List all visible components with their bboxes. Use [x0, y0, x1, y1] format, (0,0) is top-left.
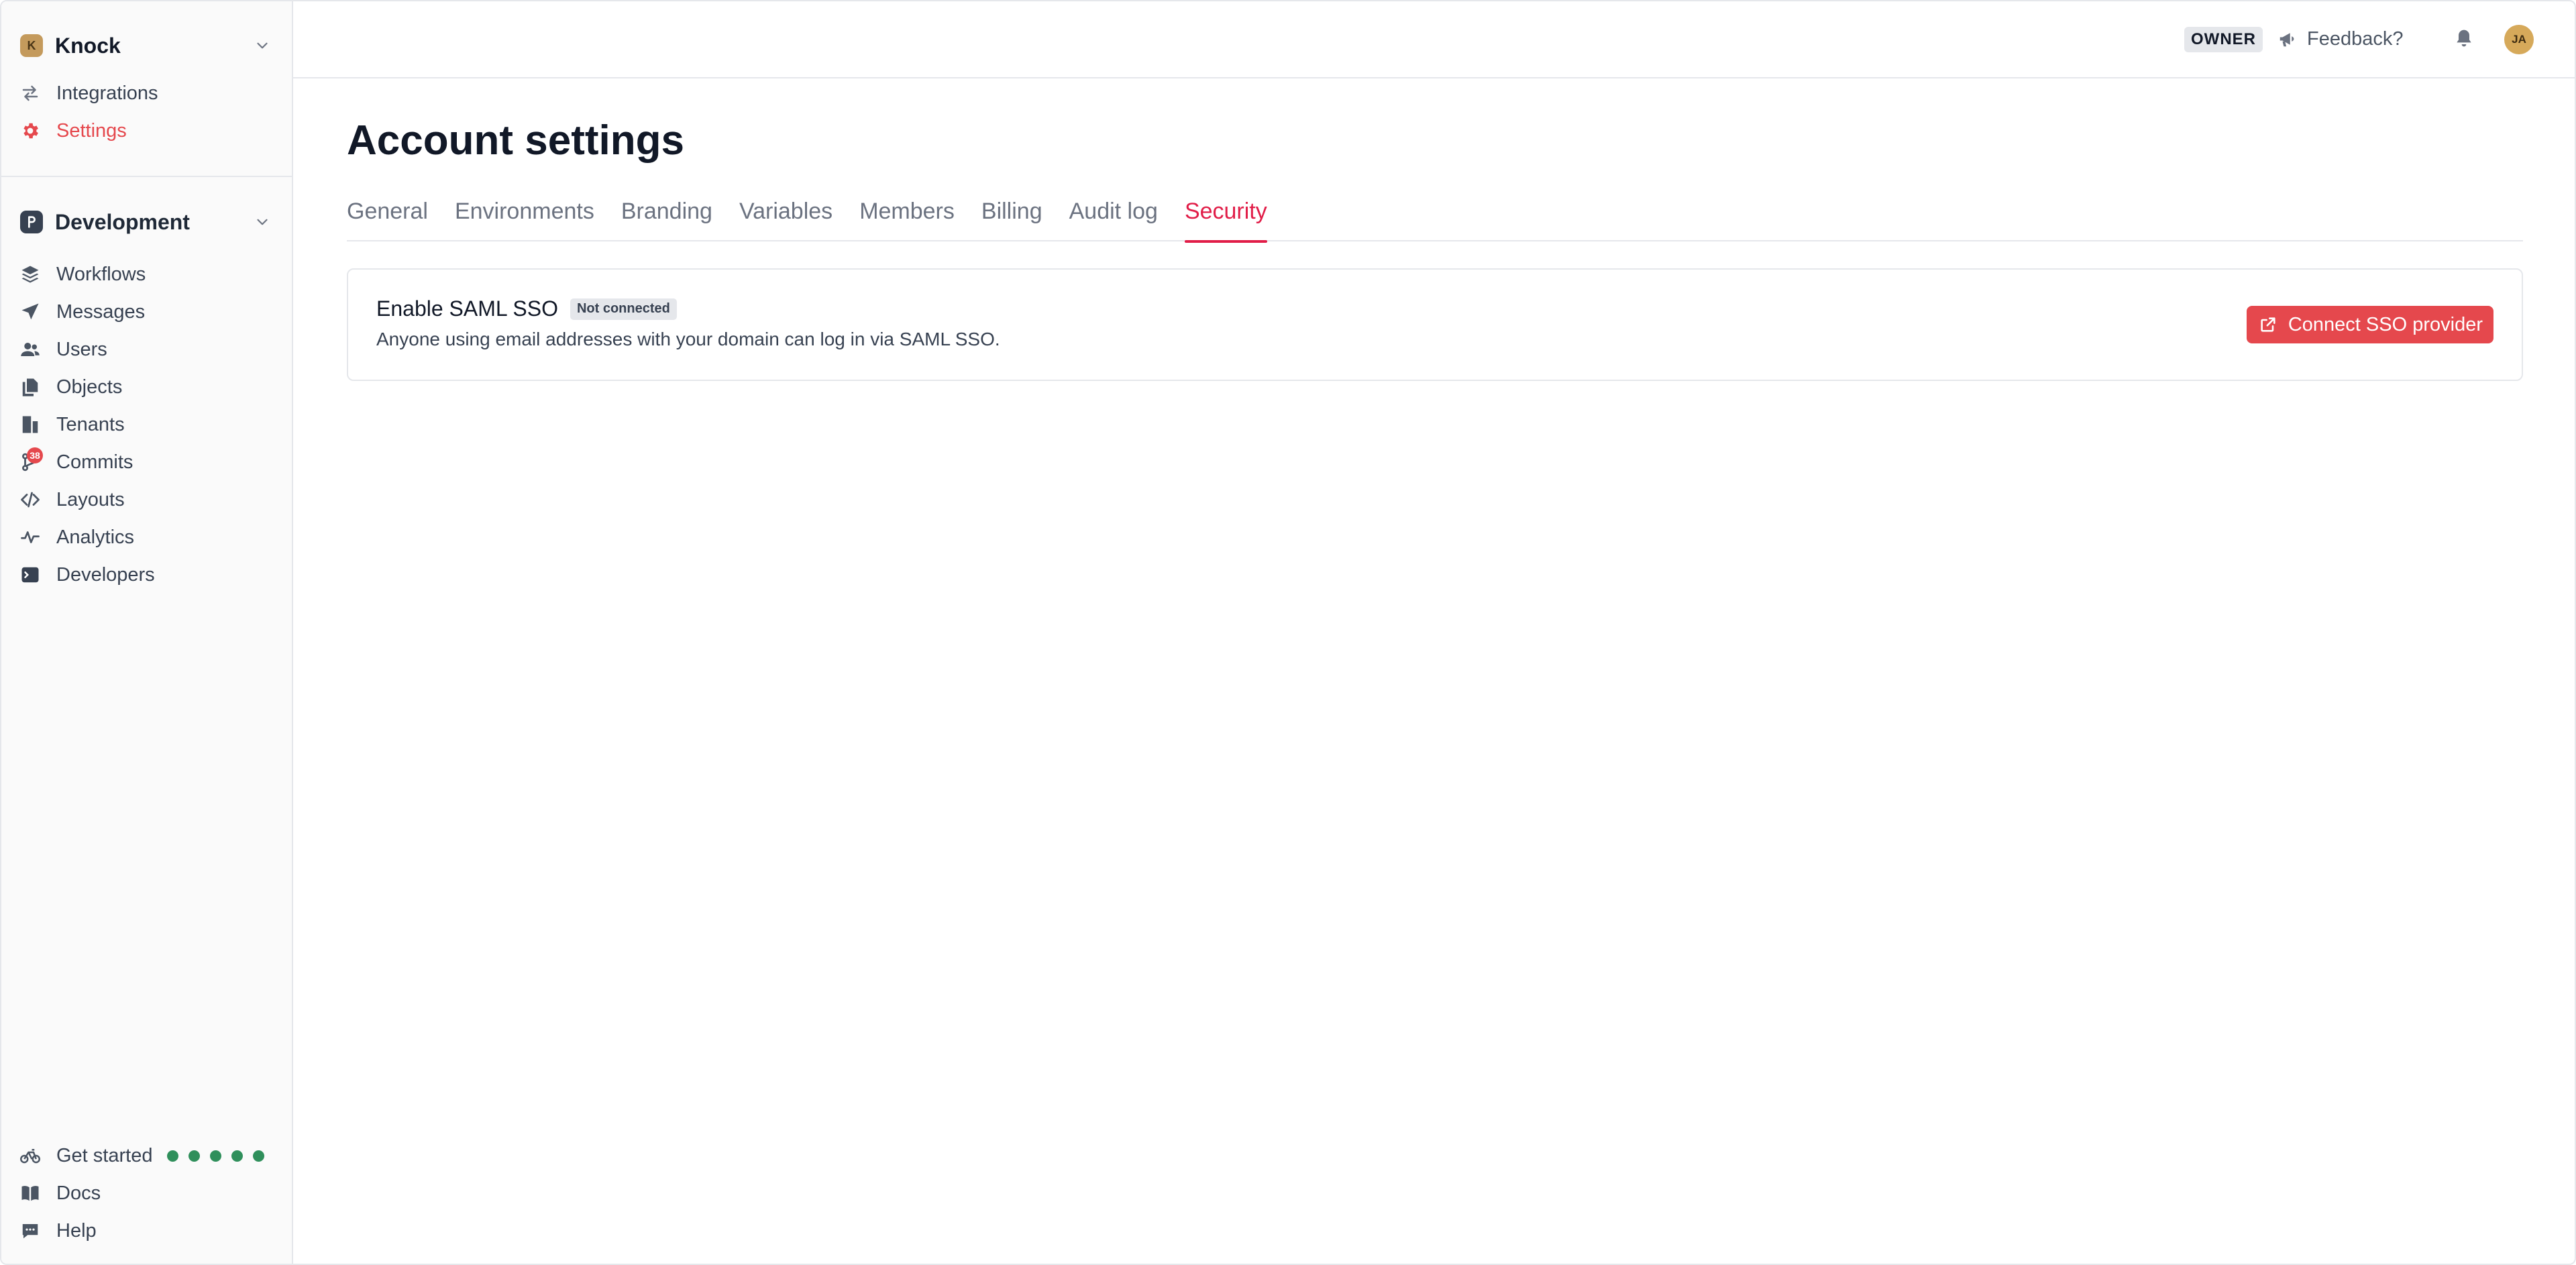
tab-general[interactable]: General [347, 192, 428, 241]
tab-audit-log[interactable]: Audit log [1069, 192, 1158, 241]
activity-icon [20, 525, 44, 549]
paper-plane-icon [20, 300, 44, 324]
environment-switcher[interactable]: Development [20, 205, 272, 239]
main-content: OWNER Feedback? JA Account settings Gene… [293, 1, 2575, 1264]
buildings-icon [20, 412, 44, 437]
documents-icon [20, 375, 44, 399]
chevron-down-icon[interactable] [252, 212, 272, 232]
sidebar-item-commits[interactable]: 38 Commits [20, 445, 272, 479]
progress-dot [253, 1150, 265, 1162]
code-icon [20, 488, 44, 512]
tab-billing[interactable]: Billing [981, 192, 1042, 241]
sidebar: K Knock Integrations Settings Developmen… [1, 1, 293, 1264]
org-switcher[interactable]: K Knock [20, 31, 272, 60]
sidebar-item-label: Messages [56, 300, 146, 323]
commits-count-badge: 38 [27, 447, 43, 463]
sidebar-item-settings[interactable]: Settings [20, 114, 272, 148]
app-window: K Knock Integrations Settings Developmen… [0, 0, 2576, 1265]
org-name: Knock [55, 33, 121, 58]
connect-sso-provider-button[interactable]: Connect SSO provider [2246, 306, 2493, 343]
sidebar-item-messages[interactable]: Messages [20, 295, 272, 329]
sidebar-item-label: Layouts [56, 488, 125, 510]
git-branch-icon: 38 [20, 447, 44, 474]
chevron-down-icon[interactable] [252, 36, 272, 56]
terminal-icon [20, 563, 44, 587]
sidebar-item-docs[interactable]: Docs [20, 1176, 272, 1210]
progress-dot [167, 1150, 179, 1162]
saml-sso-title: Enable SAML SSO [376, 296, 558, 321]
sidebar-divider [1, 176, 292, 177]
sidebar-item-label: Integrations [56, 82, 158, 104]
sidebar-item-workflows[interactable]: Workflows [20, 258, 272, 291]
external-link-icon [2261, 317, 2275, 332]
progress-dot [231, 1150, 244, 1162]
sidebar-item-label: Analytics [56, 526, 135, 548]
chat-icon [20, 1219, 44, 1243]
arrows-swap-icon [20, 81, 44, 105]
environment-logo [20, 211, 43, 233]
saml-sso-card: Enable SAML SSO Not connected Anyone usi… [347, 268, 2523, 381]
progress-dot [189, 1150, 201, 1162]
sidebar-item-label: Users [56, 338, 107, 360]
book-icon [20, 1181, 44, 1205]
environment-name: Development [55, 209, 190, 234]
sidebar-item-developers[interactable]: Developers [20, 558, 272, 592]
sidebar-item-integrations[interactable]: Integrations [20, 76, 272, 110]
saml-sso-heading: Enable SAML SSO Not connected [376, 296, 677, 321]
sidebar-item-analytics[interactable]: Analytics [20, 520, 272, 554]
tab-members[interactable]: Members [859, 192, 955, 241]
gear-icon [20, 119, 44, 143]
sidebar-item-users[interactable]: Users [20, 333, 272, 366]
layers-icon [20, 262, 44, 286]
bicycle-icon [20, 1144, 44, 1168]
sidebar-item-label: Help [56, 1219, 97, 1242]
megaphone-icon [2279, 33, 2294, 47]
sidebar-item-tenants[interactable]: Tenants [20, 408, 272, 441]
users-icon [20, 337, 44, 362]
sidebar-item-label: Get started [56, 1144, 153, 1166]
sidebar-item-label: Commits [56, 451, 133, 473]
sidebar-item-get-started[interactable]: Get started [20, 1139, 272, 1172]
sidebar-item-objects[interactable]: Objects [20, 370, 272, 404]
sidebar-item-label: Settings [56, 119, 127, 142]
sidebar-item-label: Tenants [56, 413, 125, 435]
bell-icon[interactable] [2453, 28, 2475, 50]
avatar[interactable]: JA [2504, 25, 2534, 54]
status-badge: Not connected [570, 298, 677, 320]
sidebar-item-help[interactable]: Help [20, 1214, 272, 1248]
tab-environments[interactable]: Environments [455, 192, 594, 241]
sidebar-item-label: Developers [56, 563, 155, 586]
top-bar: OWNER Feedback? JA [293, 1, 2575, 78]
sidebar-item-label: Docs [56, 1182, 101, 1204]
tab-variables[interactable]: Variables [739, 192, 833, 241]
tab-security[interactable]: Security [1184, 192, 1267, 243]
progress-dot [210, 1150, 222, 1162]
saml-sso-description: Anyone using email addresses with your d… [376, 329, 1000, 349]
feedback-button[interactable]: Feedback? [2277, 24, 2404, 54]
role-badge: OWNER [2184, 27, 2263, 52]
org-logo: K [20, 34, 43, 57]
page-title: Account settings [347, 117, 684, 164]
sidebar-item-layouts[interactable]: Layouts [20, 483, 272, 516]
get-started-progress [167, 1150, 265, 1162]
sidebar-item-label: Workflows [56, 263, 146, 285]
feedback-label: Feedback? [2307, 28, 2404, 50]
connect-sso-provider-label: Connect SSO provider [2288, 313, 2483, 335]
settings-tabs: General Environments Branding Variables … [347, 192, 2523, 243]
sidebar-item-label: Objects [56, 376, 123, 398]
tab-branding[interactable]: Branding [621, 192, 712, 241]
